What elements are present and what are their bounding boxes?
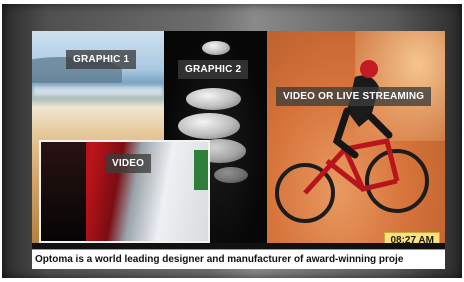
video-label: VIDEO: [105, 154, 152, 173]
stream-label: VIDEO OR LIVE STREAMING: [276, 87, 432, 106]
display-bezel: GRAPHIC 1 GRAPHIC 2 VIDEO OR LIVE STREAM…: [2, 4, 462, 278]
stone-image: [186, 88, 241, 110]
graphic1-label: GRAPHIC 1: [66, 50, 137, 69]
stone-image: [178, 113, 240, 139]
clock-badge: 08:27 AM: [384, 232, 440, 243]
signage-screen: GRAPHIC 1 GRAPHIC 2 VIDEO OR LIVE STREAM…: [32, 31, 445, 269]
stone-image: [202, 41, 230, 55]
news-ticker: Optoma is a world leading designer and m…: [32, 249, 445, 269]
video-green-detail: [194, 150, 208, 190]
mountain-biker-image: [275, 60, 429, 223]
stream-zone[interactable]: VIDEO OR LIVE STREAMING 08:27 AM: [267, 31, 445, 243]
video-zone[interactable]: VIDEO: [39, 140, 210, 243]
graphic2-label: GRAPHIC 2: [178, 60, 249, 79]
video-shadow: [41, 142, 86, 241]
stone-image: [214, 167, 248, 183]
beach-wave: [32, 86, 164, 96]
